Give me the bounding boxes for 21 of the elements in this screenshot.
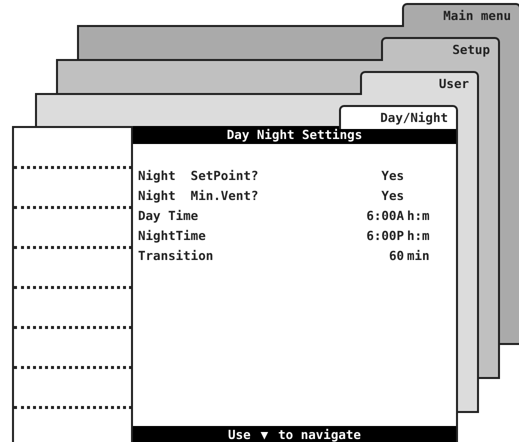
setting-unit: h:m — [406, 207, 431, 225]
down-arrow-icon: ▼ — [260, 426, 268, 442]
setting-value: Yes — [381, 167, 404, 185]
screen-title: Day Night Settings — [133, 126, 456, 144]
footer-text: to navigate — [278, 426, 361, 442]
menu-tab[interactable]: Day/Night — [339, 105, 458, 129]
footer-text: Use — [228, 426, 251, 442]
setting-value: Yes — [381, 187, 404, 205]
setting-label: Night Min.Vent? — [138, 187, 258, 205]
setting-unit: h:m — [406, 227, 431, 245]
setting-label: Day Time — [138, 207, 198, 225]
setting-value: 6:00A — [366, 207, 404, 225]
setting-value: 60 — [388, 247, 404, 265]
menu-tab[interactable]: User — [360, 71, 479, 95]
setting-unit: min — [406, 247, 431, 265]
menu-tab[interactable]: Setup — [381, 37, 500, 61]
setting-label: NightTime — [138, 227, 206, 245]
setting-label: Transition — [138, 247, 214, 265]
setting-value: 6:00P — [366, 227, 404, 245]
menu-tab[interactable]: Main menu — [402, 3, 519, 27]
setting-label: Night SetPoint? — [138, 167, 258, 185]
